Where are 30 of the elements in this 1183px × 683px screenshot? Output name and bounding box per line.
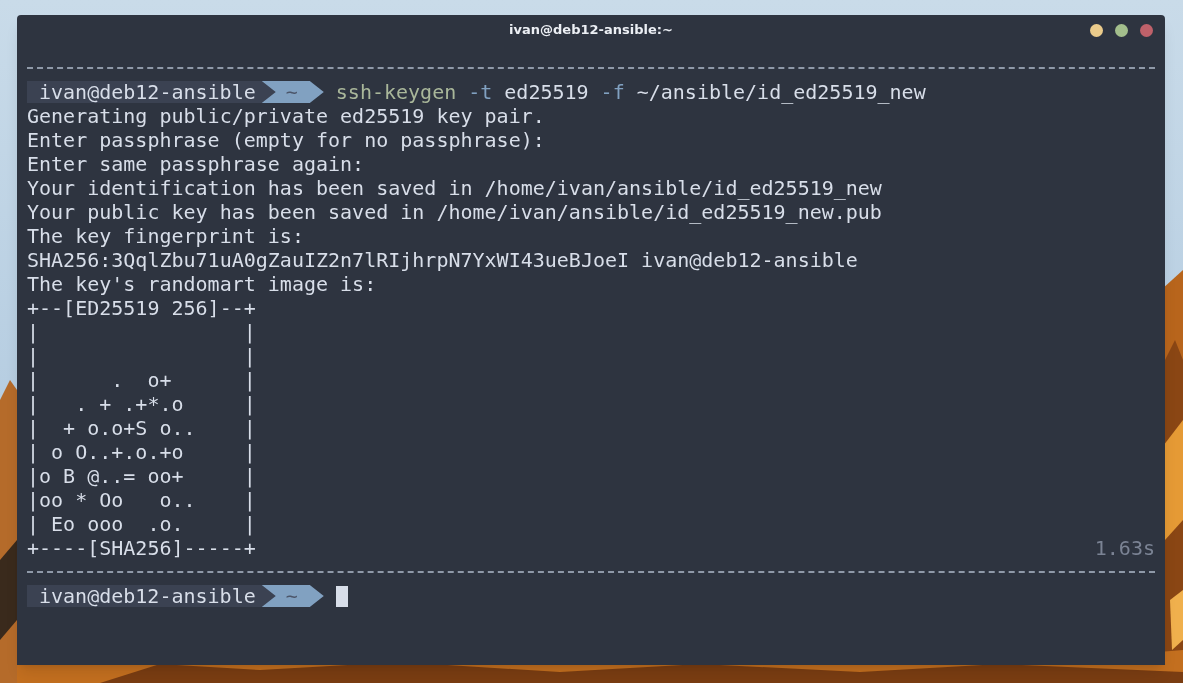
- output-line: |oo * Oo o.. |: [27, 488, 256, 512]
- output-line: Your identification has been saved in /home/ivan/ansible/id_ed25519_new: [27, 176, 882, 200]
- window-control-button[interactable]: [1090, 24, 1103, 37]
- output-line: SHA256:3QqlZbu71uA0gZauIZ2n7lRIjhrpN7YxWI43ueBJoeI ivan@deb12-ansible: [27, 248, 858, 272]
- output-line: +----[SHA256]-----+: [27, 536, 256, 560]
- output-line: Your public key has been saved in /home/ivan/ansible/id_ed25519_new.pub: [27, 200, 882, 224]
- output-line: Enter passphrase (empty for no passphrase):: [27, 128, 545, 152]
- output-line: | o O..+.o.+o |: [27, 440, 256, 464]
- command-duration: 1.63s: [1094, 536, 1155, 560]
- output-line: | . + .+*.o |: [27, 392, 256, 416]
- output-line: | |: [27, 320, 256, 344]
- command-token: ed25519: [504, 80, 589, 104]
- output-line: |o B @..= oo+ |: [27, 464, 256, 488]
- output-line: The key's randomart image is:: [27, 272, 377, 296]
- output-line: +--[ED25519 256]--+: [27, 296, 256, 320]
- output-line: The key fingerprint is:: [27, 224, 304, 248]
- output-line: Generating public/private ed25519 key pair.: [27, 104, 545, 128]
- command-token: -t: [468, 80, 493, 104]
- output-line: | Eo ooo .o. |: [27, 512, 256, 536]
- command-token: -f: [600, 80, 625, 104]
- output-line: | . o+ |: [27, 368, 256, 392]
- prompt-user-host: ivan@deb12-ansible: [27, 585, 276, 607]
- output-line: | |: [27, 344, 256, 368]
- window-control-button[interactable]: [1115, 24, 1128, 37]
- command-token: ~/ansible/id_ed25519_new: [636, 80, 926, 104]
- prompt-user-host: ivan@deb12-ansible: [27, 81, 276, 103]
- command-token: ssh-keygen: [335, 80, 457, 104]
- output-line: | + o.o+S o.. |: [27, 416, 256, 440]
- window-title: ivan@deb12-ansible:~: [509, 21, 673, 40]
- output-line: Enter same passphrase again:: [27, 152, 365, 176]
